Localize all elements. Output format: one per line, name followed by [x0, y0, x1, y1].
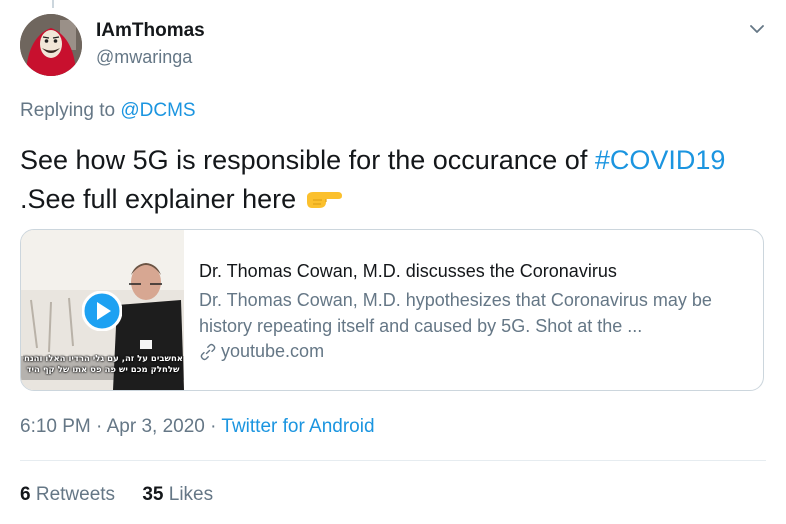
retweets-stat[interactable]: 6 Retweets [20, 484, 115, 506]
video-subtitle-line-1: אחשבים על זה, עם גלי הרדיו האלו והנחיים [23, 354, 183, 364]
tweet-time[interactable]: 6:10 PM [20, 416, 91, 437]
card-description: Dr. Thomas Cowan, M.D. hypothesizes that… [199, 290, 712, 336]
likes-count: 35 [142, 484, 164, 505]
likes-stat[interactable]: 35 Likes [142, 484, 213, 506]
chevron-down-icon[interactable] [748, 20, 766, 38]
thread-line [52, 0, 54, 8]
tweet-date[interactable]: Apr 3, 2020 [107, 416, 205, 437]
meta-separator: · [96, 416, 103, 437]
retweets-label: Retweets [35, 484, 116, 505]
link-icon [200, 343, 216, 360]
link-preview-card[interactable]: אחשבים על זה, עם גלי הרדיו האלו והנחיים … [20, 229, 764, 391]
tweet-text: See how 5G is responsible for the occura… [20, 141, 760, 219]
video-thumbnail[interactable]: אחשבים על זה, עם גלי הרדיו האלו והנחיים … [21, 230, 184, 390]
tweet-text-start: See how 5G is responsible for the occura… [20, 145, 595, 175]
video-subtitle-line-2: שלחלק מכם יש פה פס אתו של קף היד [26, 365, 180, 375]
divider [20, 460, 766, 461]
reply-mention-link[interactable]: @DCMS [120, 100, 195, 121]
avatar[interactable] [20, 14, 82, 76]
card-domain: youtube.com [199, 341, 759, 362]
hashtag-link[interactable]: #COVID19 [595, 145, 726, 175]
display-name[interactable]: IAmThomas [96, 20, 205, 42]
tweet-source-link[interactable]: Twitter for Android [221, 416, 374, 437]
retweets-count: 6 [20, 484, 31, 505]
pointing-right-hand-icon [306, 192, 342, 208]
card-domain-text: youtube.com [221, 341, 325, 361]
video-subtitle: אחשבים על זה, עם גלי הרדיו האלו והנחיים … [23, 354, 183, 376]
user-handle[interactable]: @mwaringa [96, 47, 192, 68]
tweet-meta: 6:10 PM · Apr 3, 2020 · Twitter for Andr… [20, 416, 375, 438]
replying-to: Replying to @DCMS [20, 100, 196, 122]
replying-prefix: Replying to [20, 100, 116, 121]
card-body: Dr. Thomas Cowan, M.D. discusses the Cor… [199, 260, 759, 362]
tweet-stats: 6 Retweets 35 Likes [20, 484, 235, 506]
play-button-icon[interactable] [82, 291, 122, 331]
tweet-text-end: .See full explainer here [20, 184, 297, 214]
card-title: Dr. Thomas Cowan, M.D. discusses the Cor… [199, 261, 617, 281]
avatar-mask-icon [20, 14, 82, 76]
meta-separator: · [210, 416, 217, 437]
likes-label: Likes [168, 484, 214, 505]
